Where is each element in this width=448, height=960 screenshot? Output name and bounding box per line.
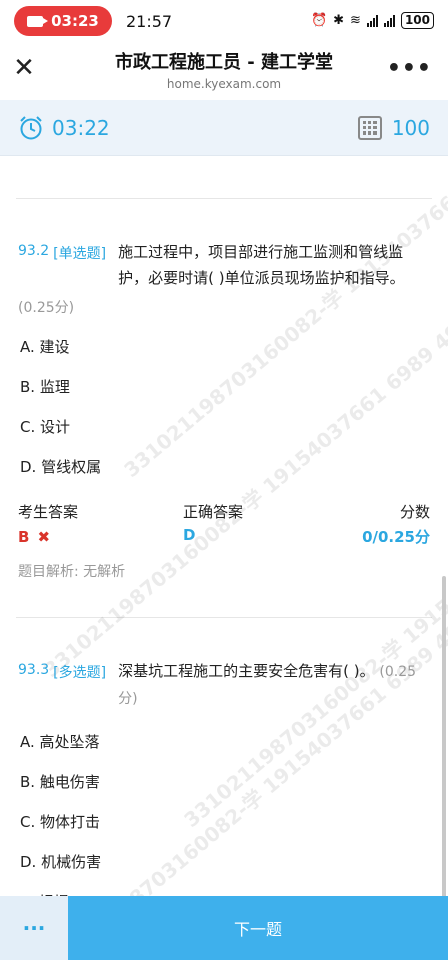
bluetooth-icon: ✱ [333,13,345,28]
timer-value: 03:22 [52,115,110,140]
more-button[interactable]: ··· [0,896,68,960]
correct-answer-label: 正确答案 [183,503,244,521]
alarm-icon: ⏰ [310,13,328,28]
signal-icon-2 [383,14,395,27]
question-count[interactable]: 100 [357,115,430,140]
question-type: [多选题] [53,665,107,681]
option-a[interactable]: A. 高处坠落 [18,722,430,762]
divider [16,617,432,618]
bottom-bar: ··· 下一题 [0,896,448,960]
wrong-icon: ✖ [37,527,51,546]
question-number: 93.2 [18,243,50,259]
page-url: home.kyexam.com [166,77,282,91]
question-text: 施工过程中，项目部进行施工监测和管线监护，必要时请( )单位派员现场监护和指导。 [118,243,405,287]
timer: 03:22 [18,115,110,141]
browser-title-bar: ✕ 市政工程施工员 - 建工学堂 home.kyexam.com ••• [0,42,448,100]
video-camera-icon [27,15,49,27]
question-93-3: 93.3 [多选题] 深基坑工程施工的主要安全危害有( )。 (0.25分) A… [0,658,448,896]
question-score: (0.25分) [18,300,75,316]
option-d[interactable]: D. 管线权属 [18,447,430,487]
scrollbar[interactable] [442,576,446,896]
recording-time: 03:23 [51,12,99,30]
my-answer-value: B [18,527,30,546]
my-answer: B ✖ [18,526,183,547]
question-count-value: 100 [391,115,430,140]
option-e[interactable]: E. 坍塌 [18,882,430,896]
option-c[interactable]: C. 物体打击 [18,802,430,842]
question-sheet-icon [357,115,382,140]
option-a[interactable]: A. 建设 [18,327,430,367]
screen-recording-indicator[interactable]: 03:23 [14,6,112,36]
alarm-clock-icon [20,115,42,139]
more-menu-icon[interactable]: ••• [387,56,432,81]
exam-toolbar: 03:22 100 [0,100,448,156]
question-type: [单选题] [53,246,107,262]
page-title: 市政工程施工员 - 建工学堂 [114,52,333,73]
answer-values: B ✖ D 0/0.25分 [18,526,430,547]
question-text-body: 深基坑工程施工的主要安全危害有( )。 [118,662,375,680]
option-b[interactable]: B. 触电伤害 [18,762,430,802]
next-question-button[interactable]: 下一题 [68,896,448,960]
correct-answer-value: D [183,526,196,544]
close-icon[interactable]: ✕ [12,55,36,81]
status-bar: 03:23 21:57 ⏰ ✱ ≋ 100 [0,0,448,42]
clock: 21:57 [126,11,173,31]
question-list[interactable]: 331021198703160082-学 19154037661 6989 49… [0,156,448,896]
score-value: 0/0.25分 [362,528,430,546]
system-icons: ⏰ ✱ ≋ 100 [311,12,434,29]
question-93-2: 93.2 [单选题] 施工过程中，项目部进行施工监测和管线监护，必要时请( )单… [0,239,448,581]
divider [16,198,432,199]
my-answer-label: 考生答案 [18,503,79,521]
signal-icon [366,14,378,27]
option-d[interactable]: D. 机械伤害 [18,842,430,882]
wifi-icon: ≋ [350,13,361,28]
battery-icon: 100 [400,12,434,29]
answer-labels: 考生答案 正确答案 分数 [18,501,430,522]
score-label: 分数 [399,503,430,521]
option-b[interactable]: B. 监理 [18,367,430,407]
question-number: 93.3 [18,662,50,678]
question-text: 深基坑工程施工的主要安全危害有( )。 (0.25分) [118,658,430,712]
analysis: 题目解析: 无解析 [18,564,126,580]
option-c[interactable]: C. 设计 [18,407,430,447]
